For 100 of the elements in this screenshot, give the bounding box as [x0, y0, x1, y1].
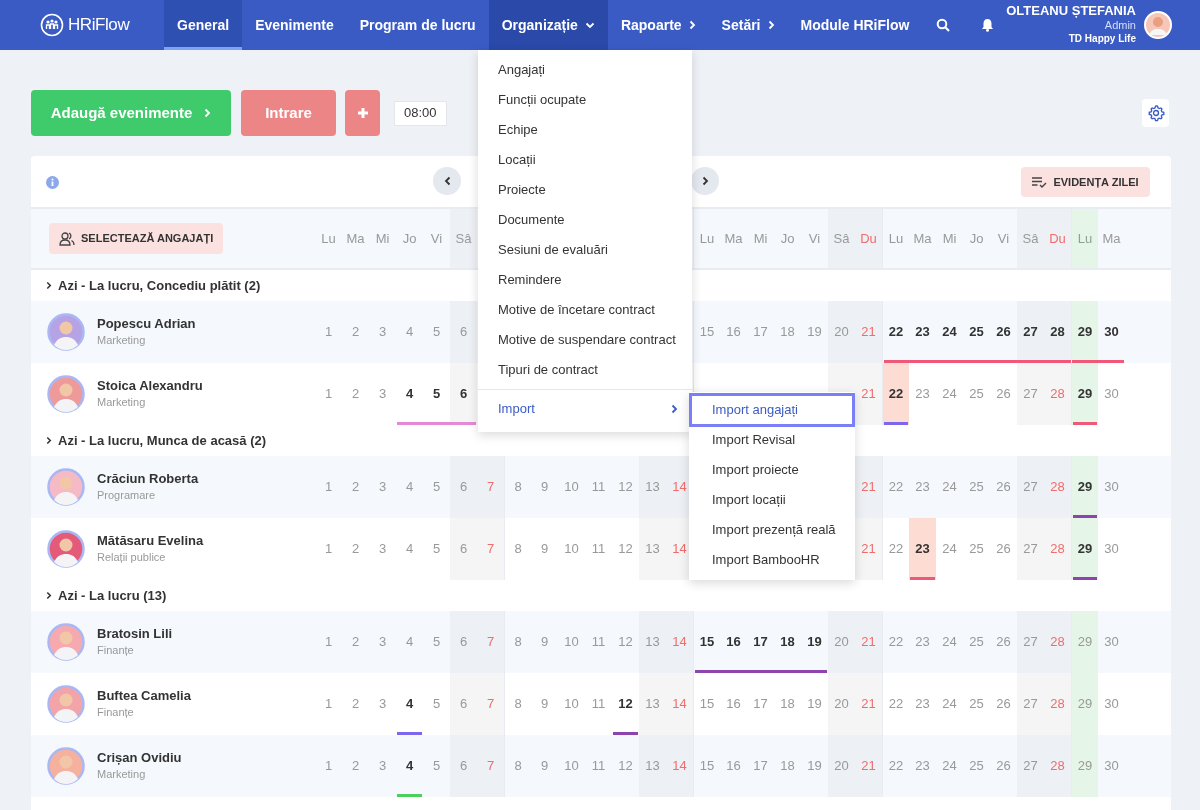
day-cell[interactable]: 28 — [1044, 456, 1071, 518]
day-cell[interactable]: 26 — [990, 518, 1017, 580]
day-cell[interactable]: 1 — [315, 518, 342, 580]
day-cell[interactable]: 5 — [423, 363, 450, 425]
day-cell[interactable]: 4 — [396, 363, 423, 425]
day-cell[interactable]: 4 — [396, 673, 423, 735]
daily-record-button[interactable]: EVIDENȚA ZILEI — [1021, 167, 1150, 197]
day-cell[interactable]: 10 — [558, 456, 585, 518]
menu-item[interactable]: Documente — [478, 205, 692, 235]
day-cell[interactable]: 2 — [342, 518, 369, 580]
day-cell[interactable]: 12 — [612, 518, 639, 580]
nav-menu-item[interactable]: Program de lucru — [346, 0, 489, 50]
day-cell[interactable]: 19 — [801, 673, 828, 735]
day-cell[interactable]: 13 — [639, 456, 666, 518]
bell-icon[interactable] — [981, 18, 995, 32]
day-cell[interactable]: 28 — [1044, 611, 1071, 673]
day-cell[interactable]: 26 — [990, 611, 1017, 673]
day-cell[interactable]: 22 — [882, 363, 909, 425]
day-cell[interactable]: 28 — [1044, 673, 1071, 735]
day-cell[interactable]: 5 — [423, 611, 450, 673]
day-cell[interactable]: 12 — [612, 456, 639, 518]
day-cell[interactable]: 10 — [558, 518, 585, 580]
day-cell[interactable]: 3 — [369, 673, 396, 735]
day-cell[interactable]: 29 — [1071, 611, 1098, 673]
day-cell[interactable]: 26 — [990, 735, 1017, 797]
menu-item[interactable]: Tipuri de contract — [478, 355, 692, 385]
day-cell[interactable]: 16 — [720, 673, 747, 735]
day-cell[interactable]: 24 — [936, 518, 963, 580]
day-cell[interactable]: 25 — [963, 301, 990, 363]
day-cell[interactable]: 4 — [396, 611, 423, 673]
day-cell[interactable]: 4 — [396, 456, 423, 518]
day-cell[interactable]: 27 — [1017, 673, 1044, 735]
day-cell[interactable]: 20 — [828, 673, 855, 735]
day-cell[interactable]: 12 — [612, 611, 639, 673]
day-cell[interactable]: 5 — [423, 301, 450, 363]
day-cell[interactable]: 25 — [963, 611, 990, 673]
day-cell[interactable]: 12 — [612, 735, 639, 797]
day-cell[interactable]: 27 — [1017, 735, 1044, 797]
day-cell[interactable]: 25 — [963, 673, 990, 735]
day-cell[interactable]: 5 — [423, 673, 450, 735]
day-cell[interactable]: 6 — [450, 456, 477, 518]
day-cell[interactable]: 27 — [1017, 456, 1044, 518]
day-cell[interactable]: 23 — [909, 611, 936, 673]
day-cell[interactable]: 29 — [1071, 456, 1098, 518]
add-button[interactable] — [345, 90, 380, 136]
day-cell[interactable]: 23 — [909, 735, 936, 797]
menu-item[interactable]: Import — [478, 394, 692, 424]
menu-item[interactable]: Motive de încetare contract — [478, 295, 692, 325]
day-cell[interactable]: 9 — [531, 518, 558, 580]
nav-menu-item[interactable]: General — [164, 0, 243, 50]
day-cell[interactable]: 25 — [963, 456, 990, 518]
day-cell[interactable]: 1 — [315, 363, 342, 425]
day-cell[interactable]: 23 — [909, 456, 936, 518]
day-cell[interactable]: 29 — [1071, 363, 1098, 425]
day-cell[interactable]: 2 — [342, 301, 369, 363]
day-cell[interactable]: 22 — [882, 735, 909, 797]
day-cell[interactable]: 1 — [315, 735, 342, 797]
day-cell[interactable]: 25 — [963, 363, 990, 425]
day-cell[interactable]: 5 — [423, 735, 450, 797]
day-cell[interactable]: 16 — [720, 735, 747, 797]
day-cell[interactable]: 4 — [396, 735, 423, 797]
menu-item[interactable]: Angajați — [478, 55, 692, 85]
day-cell[interactable]: 24 — [936, 363, 963, 425]
day-cell[interactable]: 1 — [315, 673, 342, 735]
menu-item[interactable]: Remindere — [478, 265, 692, 295]
day-cell[interactable]: 6 — [450, 673, 477, 735]
day-cell[interactable]: 21 — [855, 363, 882, 425]
day-cell[interactable]: 21 — [855, 301, 882, 363]
day-cell[interactable]: 24 — [936, 456, 963, 518]
day-cell[interactable]: 26 — [990, 456, 1017, 518]
group-heading[interactable]: Azi - La lucru, Munca de acasă (2) — [58, 430, 267, 451]
avatar[interactable] — [47, 530, 85, 568]
day-cell[interactable]: 30 — [1098, 456, 1125, 518]
day-cell[interactable]: 21 — [855, 673, 882, 735]
day-cell[interactable]: 23 — [909, 518, 936, 580]
day-cell[interactable]: 30 — [1098, 301, 1125, 363]
day-cell[interactable]: 7 — [477, 673, 504, 735]
day-cell[interactable]: 30 — [1098, 363, 1125, 425]
day-cell[interactable]: 1 — [315, 301, 342, 363]
time-field[interactable]: 08:00 — [394, 100, 447, 126]
day-cell[interactable]: 13 — [639, 673, 666, 735]
day-cell[interactable]: 26 — [990, 301, 1017, 363]
day-cell[interactable]: 24 — [936, 301, 963, 363]
day-cell[interactable]: 29 — [1071, 735, 1098, 797]
day-cell[interactable]: 13 — [639, 735, 666, 797]
day-cell[interactable]: 3 — [369, 456, 396, 518]
nav-menu-item[interactable]: Rapoarte — [607, 0, 709, 50]
day-cell[interactable]: 18 — [774, 301, 801, 363]
day-cell[interactable]: 20 — [828, 735, 855, 797]
day-cell[interactable]: 28 — [1044, 518, 1071, 580]
previous-month-button[interactable] — [433, 167, 461, 195]
day-cell[interactable]: 14 — [666, 673, 693, 735]
day-cell[interactable]: 11 — [585, 735, 612, 797]
day-cell[interactable]: 17 — [747, 673, 774, 735]
day-cell[interactable]: 2 — [342, 363, 369, 425]
submenu-item[interactable]: Import angajați — [689, 393, 855, 427]
day-cell[interactable]: 7 — [477, 456, 504, 518]
day-cell[interactable]: 6 — [450, 518, 477, 580]
settings-button[interactable] — [1142, 99, 1169, 127]
day-cell[interactable]: 18 — [774, 611, 801, 673]
